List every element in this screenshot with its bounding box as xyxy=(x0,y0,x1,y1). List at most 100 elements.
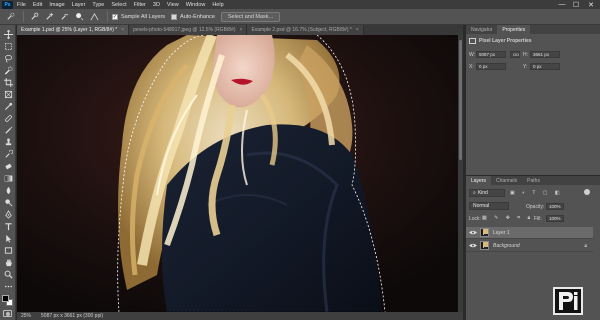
menu-select[interactable]: Select xyxy=(111,2,126,8)
eraser-tool-icon[interactable] xyxy=(3,161,13,171)
quick-selection-tool-icon[interactable] xyxy=(3,65,13,75)
close-button[interactable]: ✕ xyxy=(585,0,597,9)
menu-3d[interactable]: 3D xyxy=(153,2,160,8)
new-selection-icon[interactable] xyxy=(28,11,40,23)
width-field[interactable]: 5087 px xyxy=(476,51,506,58)
pixel-layer-icon xyxy=(469,38,476,44)
blur-tool-icon[interactable] xyxy=(3,185,13,195)
tab-label: pexels-photo-548917.jpeg @ 12.5% (RGB/8#… xyxy=(133,27,236,33)
visibility-eye-icon[interactable] xyxy=(469,230,477,235)
menu-bar: Ps File Edit Image Layer Type Select Fil… xyxy=(0,0,600,9)
eyedropper-tool-icon[interactable] xyxy=(3,101,13,111)
x-field[interactable]: 0 px xyxy=(476,63,506,70)
pen-tool-icon[interactable] xyxy=(3,209,13,219)
divider xyxy=(107,11,108,22)
gradient-tool-icon[interactable] xyxy=(3,173,13,183)
tab-navigator[interactable]: Navigator xyxy=(466,25,497,34)
foreground-color-swatch[interactable] xyxy=(2,295,9,302)
quick-mask-icon[interactable] xyxy=(3,310,12,317)
minimize-button[interactable]: — xyxy=(556,0,568,9)
tab-example-1[interactable]: Example 1.psd @ 25% (Layer 1, RGB/8#) * × xyxy=(17,25,130,35)
move-tool-icon[interactable] xyxy=(3,29,13,39)
quick-selection-tool-preset-icon[interactable] xyxy=(4,11,16,23)
add-to-selection-icon[interactable] xyxy=(43,11,55,23)
auto-enhance-label: Auto-Enhance xyxy=(180,13,215,20)
lock-label: Lock: xyxy=(469,216,481,222)
watermark-logo xyxy=(553,287,583,315)
tab-paths[interactable]: Paths xyxy=(522,176,545,185)
layers-panel-tabs: Layers Channels Paths xyxy=(466,176,600,185)
path-selection-tool-icon[interactable] xyxy=(3,233,13,243)
menu-image[interactable]: Image xyxy=(49,2,64,8)
lock-icon: 🔒︎ xyxy=(584,242,587,249)
menu-view[interactable]: View xyxy=(167,2,179,8)
visibility-eye-icon[interactable] xyxy=(469,243,477,248)
lock-options-icons[interactable]: ▦ ✎ ✥ ⌗ 🔒︎ xyxy=(482,215,533,221)
filter-icons[interactable]: ▣ ◐ T ▢ ◧ xyxy=(510,190,563,196)
tab-layers[interactable]: Layers xyxy=(466,176,492,185)
fill-field[interactable]: 100% xyxy=(546,215,564,222)
close-icon[interactable]: × xyxy=(240,27,243,33)
properties-panel-tabs: Navigator Properties xyxy=(466,25,600,34)
menu-layer[interactable]: Layer xyxy=(72,2,86,8)
tab-example-2[interactable]: Example 2.psd @ 16.7% (Subject, RGB/8#) … xyxy=(247,25,364,35)
frame-tool-icon[interactable] xyxy=(3,89,13,99)
menu-file[interactable]: File xyxy=(17,2,26,8)
blend-mode-dropdown[interactable]: Normal xyxy=(469,202,509,210)
lasso-tool-icon[interactable] xyxy=(3,53,13,63)
menu-help[interactable]: Help xyxy=(212,2,223,8)
maximize-button[interactable]: ☐ xyxy=(570,0,582,9)
tab-label: Example 1.psd @ 25% (Layer 1, RGB/8#) * xyxy=(21,27,118,33)
close-icon[interactable]: × xyxy=(356,27,359,33)
layer-thumbnail xyxy=(480,241,489,250)
subtract-from-selection-icon[interactable] xyxy=(58,11,70,23)
height-field[interactable]: 3661 px xyxy=(530,51,560,58)
tab-pexels-photo[interactable]: pexels-photo-548917.jpeg @ 12.5% (RGB/8#… xyxy=(129,25,248,35)
tab-properties[interactable]: Properties xyxy=(497,25,531,34)
type-tool-icon[interactable] xyxy=(3,221,13,231)
crop-tool-icon[interactable] xyxy=(3,77,13,87)
dodge-tool-icon[interactable] xyxy=(3,197,13,207)
menu-window[interactable]: Window xyxy=(186,2,206,8)
properties-panel: Navigator Properties Pixel Layer Propert… xyxy=(466,25,600,175)
scrollbar-thumb[interactable] xyxy=(459,40,462,160)
more-tools-icon[interactable] xyxy=(3,281,13,291)
document-canvas[interactable] xyxy=(17,35,458,312)
layer-name: Layer 1 xyxy=(493,229,510,236)
menu-type[interactable]: Type xyxy=(92,2,104,8)
brush-size-picker-icon[interactable] xyxy=(73,11,85,23)
tab-channels[interactable]: Channels xyxy=(491,176,522,185)
layer-row-background[interactable]: Background 🔒︎ xyxy=(466,240,593,252)
tab-label: Example 2.psd @ 16.7% (Subject, RGB/8#) … xyxy=(251,27,352,33)
history-brush-tool-icon[interactable] xyxy=(3,149,13,159)
rectangle-tool-icon[interactable] xyxy=(3,245,13,255)
opacity-field[interactable]: 100% xyxy=(546,203,564,210)
close-icon[interactable]: × xyxy=(121,27,124,33)
layer-filter-kind-dropdown[interactable]: ⌕ Kind xyxy=(469,189,505,197)
brush-angle-icon[interactable] xyxy=(88,11,100,23)
photoshop-logo: Ps xyxy=(2,0,13,9)
brush-tool-icon[interactable] xyxy=(3,125,13,135)
zoom-level[interactable]: 25% xyxy=(21,313,31,319)
document-tabs: Example 1.psd @ 25% (Layer 1, RGB/8#) * ×… xyxy=(17,25,463,35)
zoom-tool-icon[interactable] xyxy=(3,269,13,279)
clone-stamp-tool-icon[interactable] xyxy=(3,137,13,147)
document-info: 5087 px x 3661 px (300 ppi) xyxy=(41,313,104,319)
menu-filter[interactable]: Filter xyxy=(134,2,146,8)
layer-row-layer-1[interactable]: Layer 1 xyxy=(466,227,593,239)
tools-panel xyxy=(0,25,16,320)
filter-toggle-icon[interactable] xyxy=(584,189,590,195)
marquee-tool-icon[interactable] xyxy=(3,41,13,51)
hand-tool-icon[interactable] xyxy=(3,257,13,267)
healing-brush-tool-icon[interactable] xyxy=(3,113,13,123)
fill-label: Fill: xyxy=(534,216,542,222)
canvas-image xyxy=(17,35,458,312)
link-dimensions-button[interactable]: GO xyxy=(510,51,520,58)
height-label: H: xyxy=(523,52,528,58)
auto-enhance-checkbox[interactable] xyxy=(171,13,178,20)
select-and-mask-button[interactable]: Select and Mask... xyxy=(220,11,281,22)
menu-edit[interactable]: Edit xyxy=(33,2,42,8)
search-icon: ⌕ xyxy=(473,190,476,196)
sample-all-layers-checkbox[interactable]: ✓ xyxy=(112,13,118,20)
y-field[interactable]: 0 px xyxy=(530,63,560,70)
